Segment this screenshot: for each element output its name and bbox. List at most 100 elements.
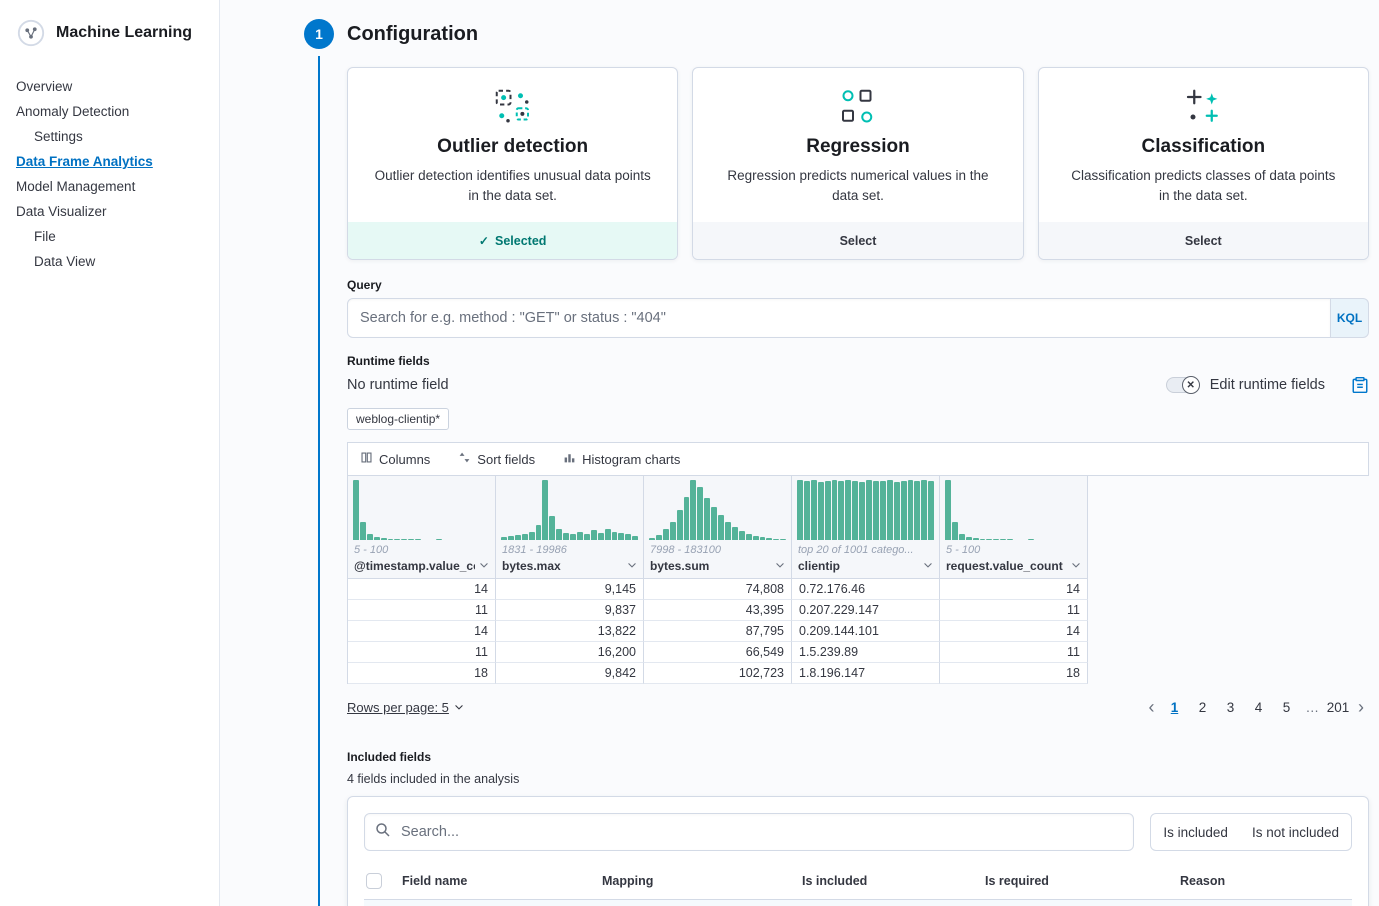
- grid-cell[interactable]: 14: [348, 579, 496, 600]
- sidebar-item-data-frame-analytics[interactable]: Data Frame Analytics: [0, 149, 219, 174]
- runtime-fields-label: Runtime fields: [347, 354, 1369, 368]
- runtime-fields-row: No runtime field ✕ Edit runtime fields: [347, 376, 1369, 394]
- card-title: Outlier detection: [374, 136, 651, 158]
- column-name: request.value_count: [946, 559, 1067, 573]
- columns-button[interactable]: Columns: [360, 451, 430, 467]
- chevron-down-icon[interactable]: [627, 559, 637, 573]
- card-classification[interactable]: ClassificationClassification predicts cl…: [1038, 67, 1369, 260]
- chevron-down-icon[interactable]: [775, 559, 785, 573]
- table-header-field-name[interactable]: Field name: [402, 874, 602, 888]
- kql-button[interactable]: KQL: [1331, 298, 1369, 338]
- card-title: Classification: [1065, 136, 1342, 158]
- card-outlier-detection[interactable]: Outlier detectionOutlier detection ident…: [347, 67, 678, 260]
- pagination-page-5[interactable]: 5: [1274, 694, 1300, 720]
- card-body: RegressionRegression predicts numerical …: [693, 68, 1022, 222]
- rows-per-page-label: Rows per page: 5: [347, 700, 449, 715]
- table-header-is-included[interactable]: Is included: [802, 874, 985, 888]
- column-header-bytes-sum[interactable]: 7998 - 183100bytes.sum: [644, 476, 792, 579]
- grid-cell[interactable]: 0.209.144.101: [792, 621, 940, 642]
- sidebar-item-data-visualizer[interactable]: Data Visualizer: [0, 199, 219, 224]
- pagination-page-201[interactable]: 201: [1325, 694, 1351, 720]
- pagination-next-icon[interactable]: ›: [1353, 698, 1369, 716]
- pagination-page-2[interactable]: 2: [1190, 694, 1216, 720]
- column-header-request-value-count[interactable]: 5 - 100request.value_count: [940, 476, 1088, 579]
- column-header-clientip[interactable]: top 20 of 1001 catego...clientip: [792, 476, 940, 579]
- grid-cell[interactable]: 9,837: [496, 600, 644, 621]
- sidebar-item-file[interactable]: File: [0, 224, 219, 249]
- query-input[interactable]: [347, 298, 1331, 338]
- grid-cell[interactable]: 18: [940, 663, 1088, 684]
- column-header-bytes-max[interactable]: 1831 - 19986bytes.max: [496, 476, 644, 579]
- grid-cell[interactable]: 11: [940, 642, 1088, 663]
- pagination-page-3[interactable]: 3: [1218, 694, 1244, 720]
- main-content: 1 Configuration Outlier detectionOutlier…: [220, 0, 1379, 906]
- grid-cell[interactable]: 0.72.176.46: [792, 579, 940, 600]
- edit-runtime-fields-toggle[interactable]: ✕: [1166, 376, 1200, 394]
- histogram-charts-button[interactable]: Histogram charts: [563, 451, 680, 467]
- runtime-fields-controls: ✕ Edit runtime fields: [1166, 376, 1369, 394]
- grid-cell[interactable]: 11: [940, 600, 1088, 621]
- edit-runtime-fields-label: Edit runtime fields: [1210, 377, 1325, 393]
- grid-cell[interactable]: 13,822: [496, 621, 644, 642]
- grid-cell[interactable]: 18: [348, 663, 496, 684]
- pagination-prev-icon[interactable]: ‹: [1144, 698, 1160, 716]
- grid-cell[interactable]: 43,395: [644, 600, 792, 621]
- grid-cell[interactable]: 1.5.239.89: [792, 642, 940, 663]
- grid-cell[interactable]: 102,723: [644, 663, 792, 684]
- data-grid: 5 - 100@timestamp.value_count1831 - 1998…: [347, 476, 1088, 684]
- grid-cell[interactable]: 11: [348, 642, 496, 663]
- column-header-timestamp-value-count[interactable]: 5 - 100@timestamp.value_count: [348, 476, 496, 579]
- toggle-cross-icon: ✕: [1182, 376, 1200, 394]
- card-footer-button[interactable]: Select: [693, 222, 1022, 259]
- chevron-down-icon[interactable]: [923, 559, 933, 573]
- sort-fields-button[interactable]: Sort fields: [458, 451, 535, 467]
- grid-cell[interactable]: 9,145: [496, 579, 644, 600]
- card-footer-button[interactable]: ✓Selected: [348, 222, 677, 259]
- sidebar-nav: OverviewAnomaly DetectionSettingsData Fr…: [0, 74, 219, 274]
- grid-row: 1413,82287,7950.209.144.10114: [348, 621, 1088, 642]
- card-body: Outlier detectionOutlier detection ident…: [348, 68, 677, 222]
- chevron-down-icon[interactable]: [1071, 559, 1081, 573]
- check-icon: ✓: [479, 234, 489, 248]
- pagination-ellipsis: …: [1302, 700, 1324, 715]
- grid-header-row: 5 - 100@timestamp.value_count1831 - 1998…: [348, 476, 1088, 579]
- grid-cell[interactable]: 14: [348, 621, 496, 642]
- fields-table: Field nameMappingIs includedIs requiredR…: [364, 869, 1352, 906]
- select-all-checkbox[interactable]: [366, 873, 382, 889]
- column-range: 7998 - 183100: [644, 540, 791, 556]
- pagination-page-1[interactable]: 1: [1162, 694, 1188, 720]
- grid-cell[interactable]: 74,808: [644, 579, 792, 600]
- grid-row: 189,842102,7231.8.196.14718: [348, 663, 1088, 684]
- chevron-down-icon[interactable]: [479, 559, 489, 573]
- grid-cell[interactable]: 14: [940, 579, 1088, 600]
- histogram-chart: [792, 476, 939, 540]
- card-regression[interactable]: RegressionRegression predicts numerical …: [692, 67, 1023, 260]
- sidebar-item-settings[interactable]: Settings: [0, 124, 219, 149]
- histogram-charts-button-label: Histogram charts: [582, 452, 680, 467]
- histogram-icon: [563, 451, 576, 467]
- sidebar-item-model-management[interactable]: Model Management: [0, 174, 219, 199]
- grid-cell[interactable]: 87,795: [644, 621, 792, 642]
- sidebar-item-overview[interactable]: Overview: [0, 74, 219, 99]
- sidebar-item-anomaly-detection[interactable]: Anomaly Detection: [0, 99, 219, 124]
- grid-cell[interactable]: 0.207.229.147: [792, 600, 940, 621]
- table-header-is-required[interactable]: Is required: [985, 874, 1180, 888]
- rows-per-page-button[interactable]: Rows per page: 5: [347, 700, 464, 715]
- grid-cell[interactable]: 1.8.196.147: [792, 663, 940, 684]
- grid-cell[interactable]: 66,549: [644, 642, 792, 663]
- table-header-mapping[interactable]: Mapping: [602, 874, 802, 888]
- copy-icon[interactable]: [1351, 376, 1369, 394]
- table-header-reason[interactable]: Reason: [1180, 874, 1352, 888]
- grid-cell[interactable]: 16,200: [496, 642, 644, 663]
- filter-button-is-included[interactable]: Is included: [1151, 814, 1240, 850]
- grid-cell[interactable]: 9,842: [496, 663, 644, 684]
- fields-search-input[interactable]: [399, 823, 1123, 841]
- card-description: Regression predicts numerical values in …: [719, 166, 996, 205]
- grid-cell[interactable]: 14: [940, 621, 1088, 642]
- pagination-page-4[interactable]: 4: [1246, 694, 1272, 720]
- card-footer-button[interactable]: Select: [1039, 222, 1368, 259]
- grid-cell[interactable]: 11: [348, 600, 496, 621]
- filter-button-is-not-included[interactable]: Is not included: [1240, 814, 1351, 850]
- sidebar-item-data-view[interactable]: Data View: [0, 249, 219, 274]
- classification-icon: [1065, 86, 1342, 128]
